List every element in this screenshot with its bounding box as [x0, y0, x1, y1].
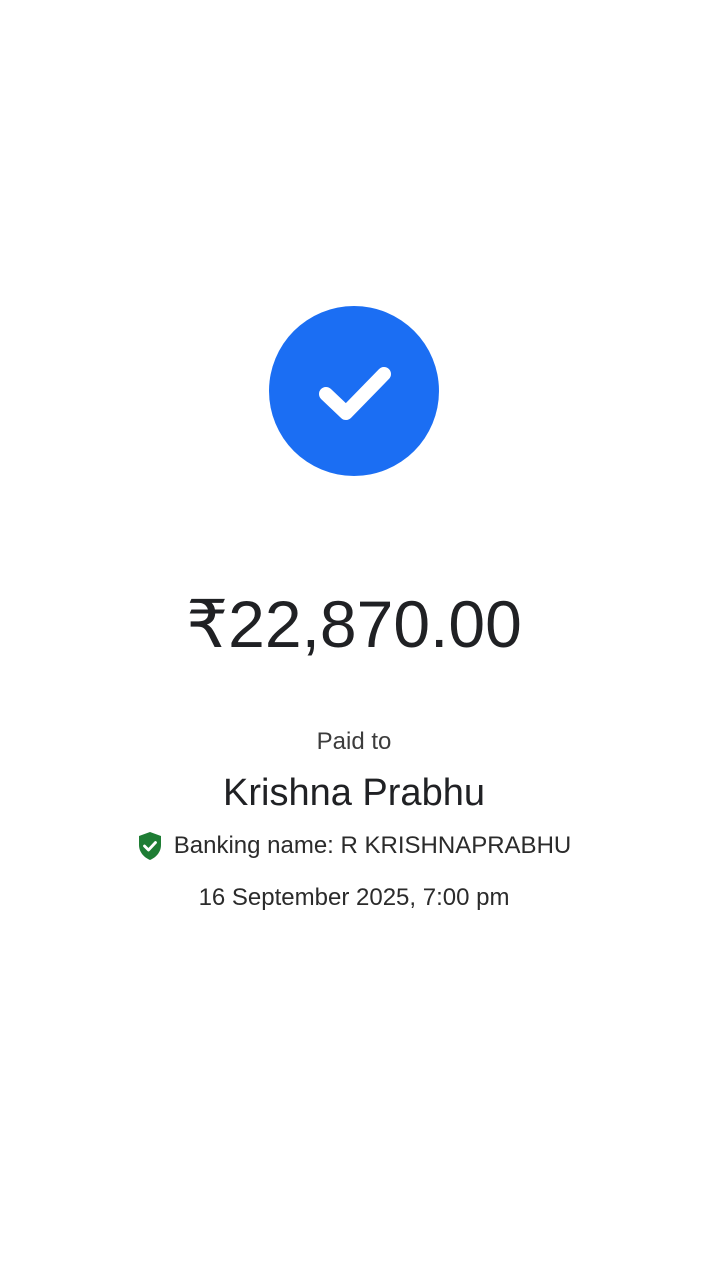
payment-success-badge	[269, 306, 439, 476]
payment-amount: ₹22,870.00	[186, 587, 522, 661]
banking-name-row: Banking name: R KRISHNAPRABHU	[0, 829, 708, 863]
check-icon	[319, 367, 391, 420]
payment-timestamp: 16 September 2025, 7:00 pm	[198, 884, 510, 911]
banking-name: Banking name: R KRISHNAPRABHU	[173, 832, 572, 859]
verified-shield-icon	[138, 832, 161, 860]
paid-to-label: Paid to	[316, 728, 392, 755]
payee-name: Krishna Prabhu	[223, 772, 485, 814]
